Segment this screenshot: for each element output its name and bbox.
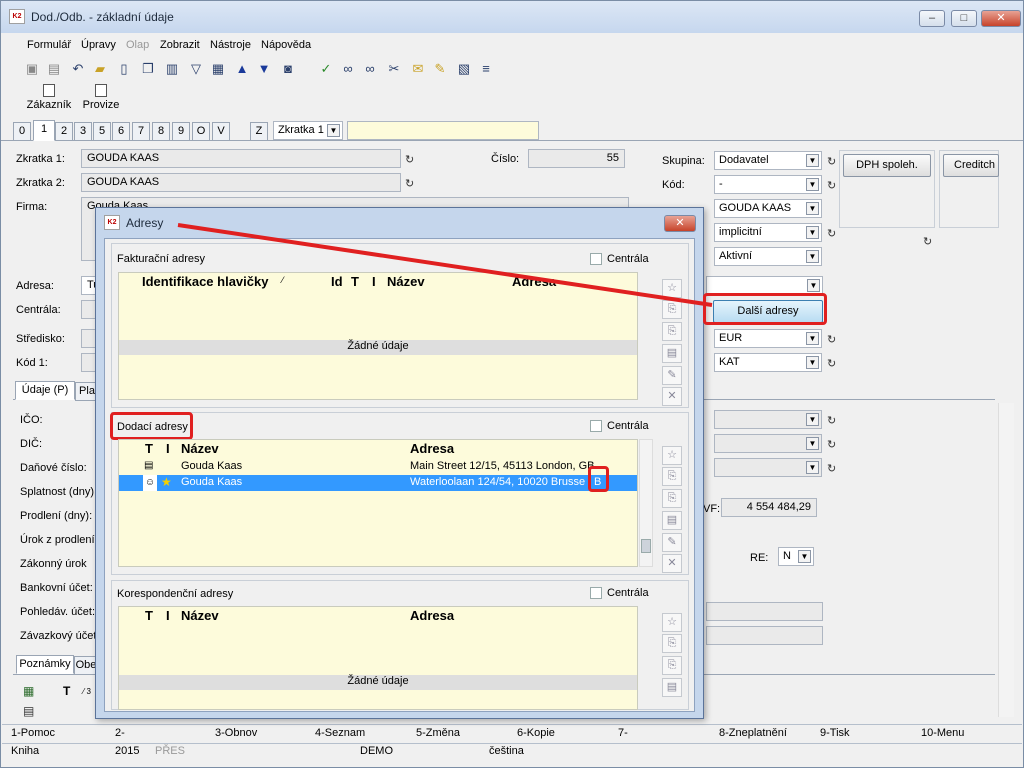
- dalsi-adresy-highlight: [703, 293, 827, 325]
- annotation-line: [177, 223, 713, 307]
- annotation-arrow: [177, 223, 713, 307]
